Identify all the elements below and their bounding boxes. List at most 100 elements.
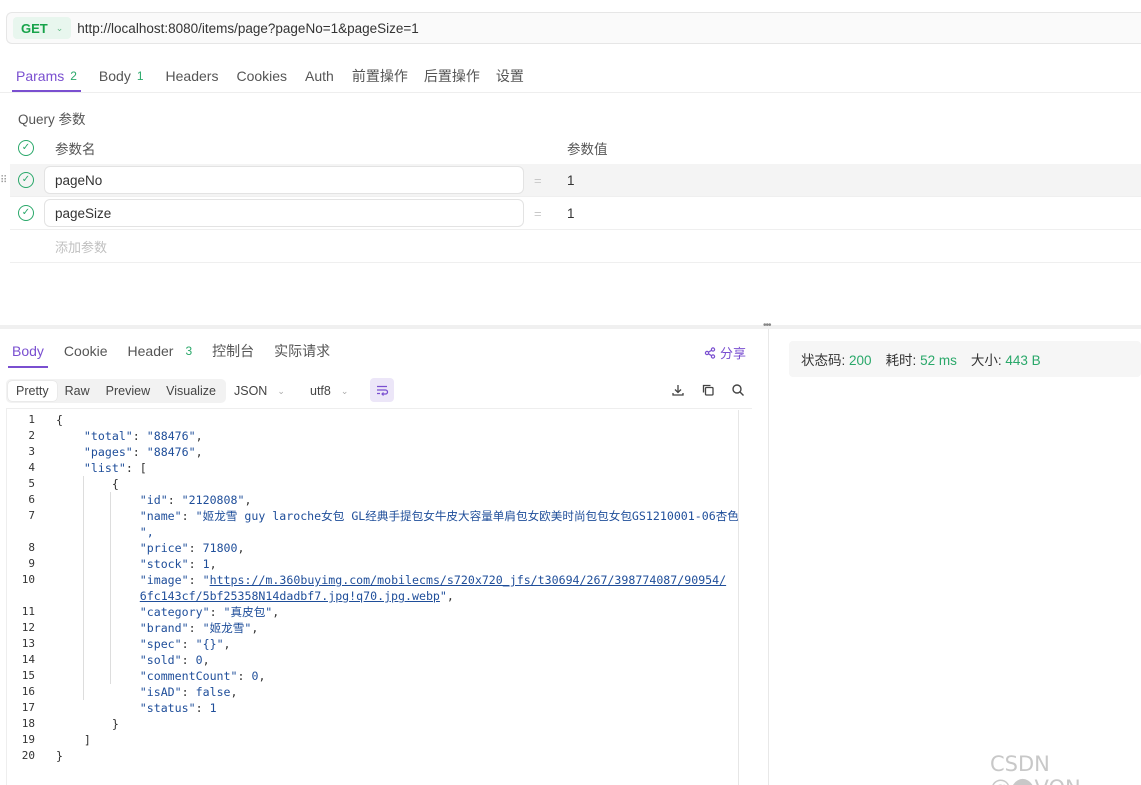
- tab-response-cookie[interactable]: Cookie: [56, 336, 116, 366]
- line-number: 8: [28, 541, 35, 554]
- tab-count: 2: [70, 69, 77, 83]
- status-code-info: 状态码: 200: [801, 349, 872, 369]
- param-value-header: 参数值: [567, 141, 608, 157]
- equals-sign: =: [534, 205, 542, 221]
- tab-params[interactable]: Params 2: [8, 60, 85, 92]
- tab-label: 实际请求: [274, 343, 331, 359]
- code-line: "id": "2120808",: [139, 493, 252, 507]
- tab-pre-operations[interactable]: 前置操作: [344, 60, 416, 92]
- code-line: "status": 1: [139, 701, 217, 715]
- line-number: 14: [21, 653, 35, 666]
- tab-label: Cookies: [236, 68, 288, 84]
- code-scroll-track[interactable]: [738, 410, 739, 785]
- encoding-select[interactable]: utf8 ⌄: [310, 379, 348, 403]
- tab-label: Params: [16, 68, 65, 84]
- line-number: 17: [21, 701, 35, 714]
- line-number: 15: [21, 669, 35, 682]
- copy-button[interactable]: [699, 381, 717, 399]
- response-size-info: 大小: 443 B: [971, 349, 1041, 369]
- url-bar: GET ⌄: [6, 12, 1141, 44]
- line-number: 10: [21, 573, 35, 586]
- word-wrap-button[interactable]: [370, 378, 394, 402]
- add-param-input[interactable]: 添加参数: [55, 237, 107, 256]
- code-line: "category": "真皮包",: [139, 605, 280, 619]
- format-visualize-button[interactable]: Visualize: [158, 381, 224, 401]
- response-code-view[interactable]: 1 {2 "total": "88476", 3 "pages": "88476",…: [6, 408, 752, 785]
- format-type-select[interactable]: JSON ⌄: [234, 379, 285, 403]
- method-label: GET: [21, 20, 48, 36]
- tab-label: Auth: [305, 68, 334, 84]
- vertical-splitter[interactable]: [768, 329, 769, 785]
- status-code-value: 200: [849, 353, 872, 368]
- code-line: ",: [139, 525, 154, 539]
- response-status-panel: 状态码: 200 耗时: 52 ms 大小: 443 B: [789, 341, 1141, 377]
- tab-response-body[interactable]: Body: [4, 336, 52, 368]
- url-input[interactable]: [77, 20, 978, 36]
- param-name-header: 参数名: [55, 141, 96, 157]
- line-number: 19: [21, 733, 35, 746]
- param-name-input[interactable]: pageSize: [44, 199, 524, 227]
- code-line: "commentCount": 0,: [139, 669, 266, 683]
- line-number: 11: [21, 605, 35, 618]
- param-name-input[interactable]: pageNo: [44, 166, 524, 194]
- tab-label: Headers: [165, 68, 219, 84]
- drag-handle-icon[interactable]: ⠿: [0, 175, 7, 186]
- tab-body[interactable]: Body 1: [91, 60, 152, 92]
- tab-cookies[interactable]: Cookies: [228, 60, 295, 92]
- tab-console[interactable]: 控制台: [204, 336, 262, 366]
- download-button[interactable]: [669, 381, 687, 399]
- param-checkbox[interactable]: ✓: [18, 172, 34, 188]
- tab-auth[interactable]: Auth: [297, 60, 342, 92]
- param-row: ⠿ ✓ pageNo = 1: [0, 164, 1141, 197]
- line-number: 12: [21, 621, 35, 634]
- tab-label: Body: [98, 68, 131, 84]
- indent-guide: [110, 492, 111, 684]
- tab-actual-request[interactable]: 实际请求: [266, 336, 338, 366]
- line-number: 2: [28, 429, 35, 442]
- search-button[interactable]: [729, 381, 747, 399]
- tabs-divider: [0, 92, 1141, 93]
- code-line: "name": "姬龙雪 guy laroche女包 GL经典手提包女牛皮大容量…: [139, 509, 739, 523]
- param-value-input[interactable]: 1: [567, 173, 575, 188]
- tab-count: 1: [136, 69, 144, 83]
- equals-sign: =: [534, 172, 542, 188]
- wrap-icon: [377, 385, 389, 396]
- format-preview-button[interactable]: Preview: [98, 381, 158, 401]
- param-checkbox[interactable]: ✓: [18, 205, 34, 221]
- add-param-row: 添加参数: [10, 230, 1141, 263]
- download-icon: [672, 385, 684, 396]
- tab-label: 前置操作: [351, 68, 408, 84]
- code-line: ]: [56, 733, 91, 747]
- tab-label: Cookie: [63, 343, 108, 359]
- response-size-label: 大小:: [970, 353, 1002, 368]
- select-all-checkbox[interactable]: ✓: [18, 139, 34, 156]
- format-raw-button[interactable]: Raw: [57, 381, 98, 401]
- share-label: 分享: [720, 346, 747, 361]
- elapsed-time-label: 耗时:: [885, 353, 917, 368]
- code-line: "pages": "88476",: [83, 445, 203, 459]
- query-section-title: Query 参数: [18, 112, 86, 127]
- tab-response-header[interactable]: Header 3: [120, 336, 201, 366]
- tab-headers[interactable]: Headers: [158, 60, 227, 92]
- method-select[interactable]: GET ⌄: [13, 17, 72, 39]
- splitter-handle-icon[interactable]: •••: [763, 320, 771, 331]
- response-tabs: Body Cookie Header 3 控制台 实际请求: [4, 336, 342, 368]
- code-line: "sold": 0,: [139, 653, 210, 667]
- code-line: "image": "https://m.360buyimg.com/mobile…: [139, 573, 727, 587]
- format-type-value: JSON: [234, 384, 268, 398]
- share-icon: [704, 346, 716, 359]
- format-pretty-button[interactable]: Pretty: [8, 381, 57, 401]
- status-code-label: 状态码:: [801, 353, 846, 368]
- code-line: "brand": "姬龙雪",: [139, 621, 259, 635]
- request-tabs: Params 2 Body 1 Headers Cookies Auth 前置操作 …: [8, 60, 532, 92]
- format-segmented-control: Pretty Raw Preview Visualize: [6, 379, 226, 403]
- horizontal-splitter[interactable]: [0, 325, 1141, 329]
- csdn-watermark: CSDN @⬤VON: [990, 752, 1081, 785]
- search-icon: [732, 384, 744, 396]
- param-value-input[interactable]: 1: [567, 206, 575, 221]
- share-button[interactable]: 分享: [704, 343, 746, 362]
- line-number: 1: [28, 413, 35, 426]
- tab-settings[interactable]: 设置: [488, 60, 532, 92]
- tab-post-operations[interactable]: 后置操作: [416, 60, 488, 92]
- chevron-down-icon: ⌄: [340, 385, 349, 396]
